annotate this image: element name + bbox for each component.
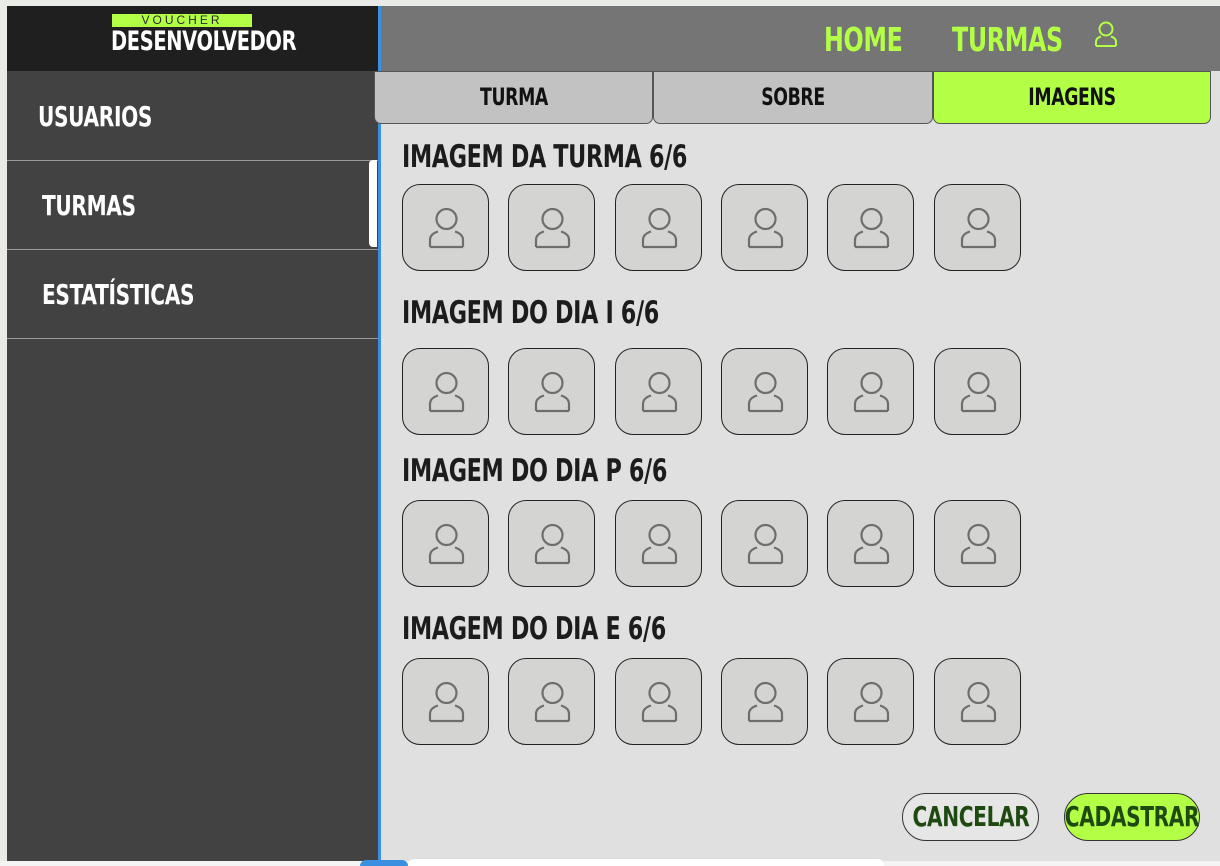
image-upload-slot[interactable] [402, 348, 489, 435]
sidebar-item-label: TURMAS [42, 189, 136, 222]
section-title-dia-i: IMAGEM DO DIA I 6/6 [402, 295, 659, 331]
sidebar: VOUCHER DESENVOLVEDOR USUARIOS TURMAS ES… [7, 6, 378, 861]
sidebar-item-usuarios[interactable]: USUARIOS [7, 72, 378, 161]
main-content: TURMA SOBRE IMAGENS IMAGEM DA TURMA 6/6 … [374, 71, 1220, 861]
sidebar-active-indicator [369, 160, 377, 247]
image-row-dia-i [402, 348, 1042, 436]
nav-turmas-link[interactable]: TURMAS [952, 20, 1063, 59]
tab-label: SOBRE [761, 83, 825, 111]
tab-imagens[interactable]: IMAGENS [933, 71, 1211, 124]
image-upload-slot[interactable] [614, 658, 702, 745]
image-upload-slot[interactable] [720, 184, 808, 271]
image-upload-slot[interactable] [933, 500, 1021, 587]
image-upload-slot[interactable] [933, 348, 1021, 435]
top-nav-bar: HOME TURMAS [381, 6, 1220, 71]
cancel-button-label: CANCELAR [912, 800, 1029, 833]
image-row-turma [402, 184, 1042, 272]
image-upload-slot[interactable] [508, 500, 596, 587]
image-row-dia-p [402, 500, 1042, 588]
tab-turma[interactable]: TURMA [374, 71, 653, 124]
image-upload-slot[interactable] [720, 500, 808, 587]
image-upload-slot[interactable] [508, 348, 596, 435]
image-upload-slot[interactable] [614, 348, 702, 435]
section-title-dia-p: IMAGEM DO DIA P 6/6 [402, 453, 667, 489]
sidebar-item-estatisticas[interactable]: ESTATÍSTICAS [7, 250, 378, 339]
tab-label: TURMA [479, 83, 548, 111]
image-upload-slot[interactable] [508, 184, 596, 271]
nav-home-link[interactable]: HOME [824, 20, 903, 59]
section-title-turma: IMAGEM DA TURMA 6/6 [402, 139, 688, 175]
image-upload-slot[interactable] [827, 658, 915, 745]
image-upload-slot[interactable] [402, 658, 489, 745]
image-upload-slot[interactable] [933, 184, 1021, 271]
taskbar-panel [408, 858, 884, 866]
sidebar-item-turmas[interactable]: TURMAS [7, 161, 378, 250]
sidebar-item-label: USUARIOS [38, 100, 153, 133]
image-upload-slot[interactable] [827, 348, 915, 435]
image-upload-slot[interactable] [402, 500, 489, 587]
sidebar-item-label: ESTATÍSTICAS [42, 278, 195, 311]
image-upload-slot[interactable] [827, 184, 915, 271]
image-upload-slot[interactable] [827, 500, 915, 587]
image-upload-slot[interactable] [402, 184, 489, 271]
image-upload-slot[interactable] [614, 500, 702, 587]
logo[interactable]: VOUCHER DESENVOLVEDOR [7, 6, 378, 71]
image-upload-slot[interactable] [508, 658, 596, 745]
image-upload-slot[interactable] [614, 184, 702, 271]
image-row-dia-e [402, 658, 1042, 746]
taskbar-indicator [360, 860, 408, 866]
cancel-button[interactable]: CANCELAR [902, 793, 1039, 841]
user-icon[interactable] [1093, 20, 1119, 48]
logo-bottom-text: DESENVOLVEDOR [111, 26, 297, 57]
submit-button[interactable]: CADASTRAR [1064, 793, 1200, 841]
image-upload-slot[interactable] [933, 658, 1021, 745]
tab-label: IMAGENS [1028, 83, 1116, 111]
image-upload-slot[interactable] [720, 658, 808, 745]
section-title-dia-e: IMAGEM DO DIA E 6/6 [402, 611, 666, 647]
tab-sobre[interactable]: SOBRE [653, 71, 933, 124]
submit-button-label: CADASTRAR [1064, 800, 1200, 833]
image-upload-slot[interactable] [720, 348, 808, 435]
